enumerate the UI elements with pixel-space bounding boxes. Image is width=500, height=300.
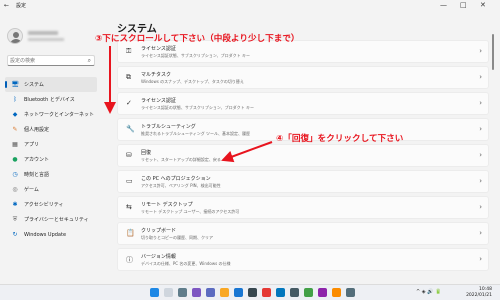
- system-tray-icons[interactable]: ^ ◈ 🔊 🔋: [416, 289, 441, 295]
- settings-gear-icon[interactable]: [346, 288, 355, 297]
- task-view-icon[interactable]: [178, 288, 187, 297]
- app-icon-orange[interactable]: [332, 288, 341, 297]
- clock-date: 2022/01/21: [466, 292, 492, 298]
- chat-icon[interactable]: [206, 288, 215, 297]
- app-icon-green[interactable]: [304, 288, 313, 297]
- store-icon[interactable]: [248, 288, 257, 297]
- clock[interactable]: 10:48 2022/01/21: [466, 287, 492, 298]
- widgets-icon[interactable]: [192, 288, 201, 297]
- edge-icon[interactable]: [234, 288, 243, 297]
- taskbar: ^ ◈ 🔊 🔋 10:48 2022/01/21: [0, 284, 500, 300]
- app-icon-purple[interactable]: [318, 288, 327, 297]
- app-icon-dark[interactable]: [290, 288, 299, 297]
- app-icon-red[interactable]: [262, 288, 271, 297]
- app-icon-blue[interactable]: [276, 288, 285, 297]
- file-explorer-icon[interactable]: [220, 288, 229, 297]
- annotation-arrow-to-recovery: [221, 141, 273, 163]
- start-icon[interactable]: [150, 288, 159, 297]
- taskbar-search-icon[interactable]: [164, 288, 173, 297]
- annotation-arrows: [104, 46, 273, 163]
